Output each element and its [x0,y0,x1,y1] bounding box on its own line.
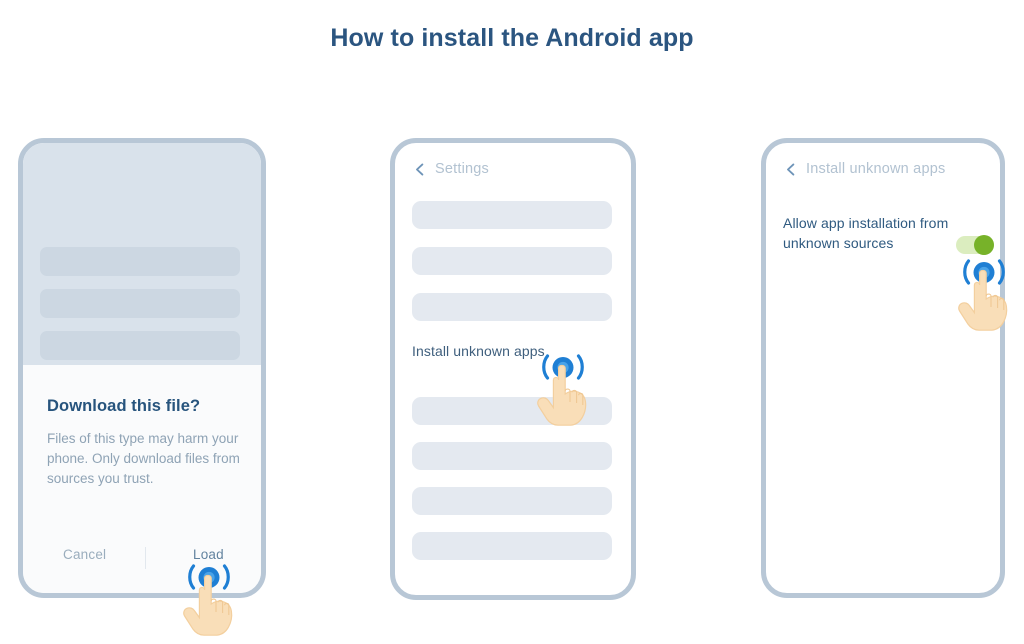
chevron-left-icon[interactable] [413,163,426,176]
settings-placeholder-row[interactable] [412,442,612,470]
settings-placeholder-row[interactable] [412,532,612,560]
phone-mockup-step-1: Download this file? Files of this type m… [18,138,266,598]
content-placeholder-bar [40,331,240,360]
page-title: How to install the Android app [330,24,694,52]
install-unknown-apps-screen-header: Install unknown apps [784,161,945,177]
settings-placeholder-row[interactable] [412,201,612,229]
load-button[interactable]: Load [193,547,224,562]
chevron-left-icon[interactable] [784,163,797,176]
allow-unknown-sources-toggle[interactable] [956,235,994,255]
screen-title: Settings [435,161,489,177]
content-placeholder-bar [40,247,240,276]
dialog-action-divider [145,547,146,569]
settings-placeholder-row[interactable] [412,397,612,425]
settings-placeholder-row[interactable] [412,487,612,515]
cancel-button[interactable]: Cancel [63,547,106,562]
download-dialog: Download this file? Files of this type m… [23,365,261,593]
toggle-knob [974,235,994,255]
settings-item-install-unknown-apps[interactable]: Install unknown apps [412,343,545,359]
browser-page-background [23,143,261,365]
content-placeholder-bar [40,289,240,318]
settings-placeholder-row[interactable] [412,247,612,275]
settings-screen-header: Settings [413,161,489,177]
settings-placeholder-row[interactable] [412,293,612,321]
allow-unknown-sources-label: Allow app installation from unknown sour… [783,215,949,251]
phone-mockup-step-2: Settings Install unknown apps [390,138,636,600]
dialog-heading: Download this file? [47,397,201,415]
dialog-actions: Cancel Load [23,547,261,575]
dialog-body-text: Files of this type may harm your phone. … [47,431,240,486]
phone-mockup-step-3: Install unknown apps Allow app installat… [761,138,1005,598]
screen-title: Install unknown apps [806,161,946,177]
